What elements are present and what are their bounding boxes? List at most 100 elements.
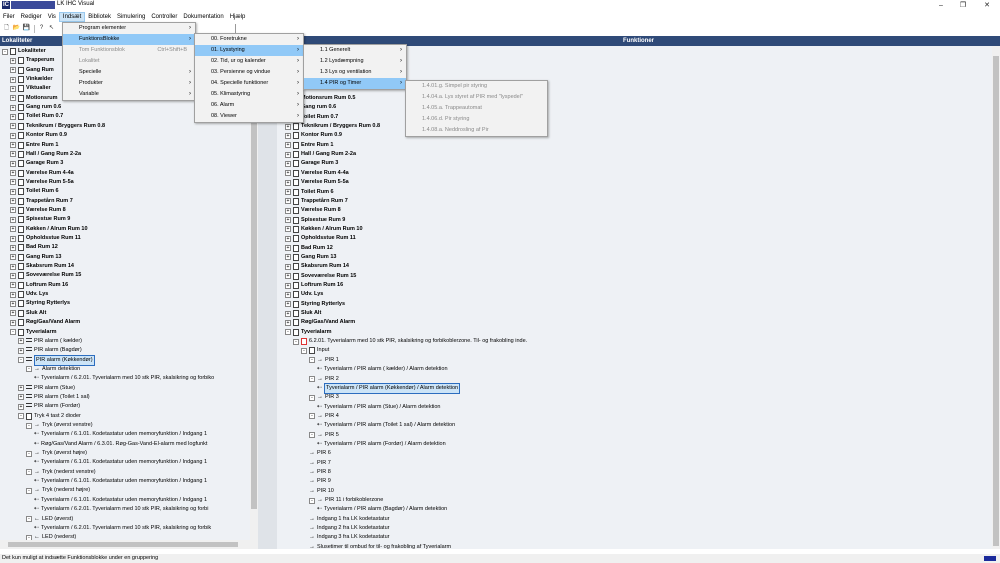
tree-node[interactable]: + Kontor Rum 0.9 (10, 131, 67, 140)
tree-node[interactable]: ⇠ Tyverialarm / PIR alarm ( kælder) / Ala… (317, 365, 448, 374)
collapse-icon[interactable]: - (10, 329, 16, 335)
tree-node[interactable]: ⇠ Tyverialarm / 6.2.01. Tyverialarm med 1… (34, 524, 211, 533)
menu-item[interactable]: Indsæt (58, 12, 86, 22)
tree-node[interactable]: - 6.2.01. Tyverialarm med 10 stk PIR, ska… (293, 337, 527, 346)
tree-node[interactable]: + Soveværelse Rum 15 (285, 272, 356, 281)
tree-node[interactable]: ⇠ Tyverialarm / PIR alarm (Toilet 1 sal) … (317, 421, 455, 430)
expand-icon[interactable]: + (285, 132, 291, 139)
tree-node[interactable]: + Toilet Rum 6 (285, 188, 334, 197)
tree-node[interactable]: ⇠ Tyverialarm / 6.1.01. Kodetastatur uden… (34, 496, 207, 505)
tree-node[interactable]: + PIR alarm (Fordør) (18, 402, 80, 411)
tree-node[interactable]: - Lokaliteter (2, 47, 46, 56)
expand-icon[interactable]: + (18, 347, 24, 354)
tree-node[interactable]: + Garage Rum 3 (10, 159, 63, 168)
collapse-icon[interactable]: - (301, 347, 307, 354)
tree-node[interactable]: + Gang Rum (10, 66, 54, 75)
expand-icon[interactable]: + (10, 254, 16, 261)
tree-node[interactable]: - → Alarm detektion (26, 365, 80, 374)
menu-item[interactable]: Dokumentation (180, 12, 226, 22)
tree-node[interactable]: + Styring Rytterlys (10, 299, 70, 308)
expand-icon[interactable]: + (285, 160, 291, 167)
collapse-icon[interactable]: - (26, 487, 32, 494)
menu-option[interactable]: 08. Viewer › (195, 111, 303, 122)
left-hscroll-thumb[interactable] (8, 542, 238, 547)
expand-icon[interactable]: + (10, 123, 16, 130)
collapse-icon[interactable]: - (285, 329, 291, 336)
menu-item[interactable]: Bibliotek (85, 12, 114, 22)
expand-icon[interactable]: + (10, 300, 16, 307)
expand-icon[interactable]: + (285, 123, 291, 130)
expand-icon[interactable]: + (285, 301, 291, 308)
tree-node[interactable]: + Teknikrum / Bryggers Rum 0.8 (285, 122, 380, 131)
expand-icon[interactable]: + (10, 95, 16, 102)
expand-icon[interactable]: + (10, 198, 16, 205)
tree-node[interactable]: + Trappetårn Rum 7 (10, 197, 73, 206)
tree-node[interactable]: + Spisestue Rum 9 (10, 215, 70, 224)
expand-icon[interactable]: + (10, 272, 16, 279)
tree-node[interactable]: - → Tryk (øverst højre) (26, 449, 87, 458)
collapse-icon[interactable]: - (309, 432, 315, 439)
collapse-icon[interactable]: - (309, 497, 315, 504)
expand-icon[interactable]: + (285, 235, 291, 242)
menu-option[interactable]: 00. Foretrukne › (195, 34, 303, 45)
expand-icon[interactable]: + (285, 282, 291, 289)
collapse-icon[interactable]: - (309, 376, 315, 382)
tree-node[interactable]: - → Tryk (nederst venstre) (26, 468, 96, 477)
tree-node[interactable]: → Indgang 2 fra LK kodetastatur (309, 524, 389, 533)
menu-option[interactable]: 03. Persienne og vindue › (195, 67, 303, 78)
expand-icon[interactable]: + (10, 188, 16, 195)
tree-node[interactable]: - → Tryk (nederst højre) (26, 486, 90, 495)
tree-node[interactable]: ⇠ Tyverialarm / 6.2.01. Tyverialarm med 1… (34, 505, 208, 514)
expand-icon[interactable]: + (10, 291, 16, 298)
menu-option[interactable]: 1.3 Lys og ventilation › (304, 67, 406, 78)
menu-option[interactable]: Specielle › (63, 67, 195, 78)
tree-node[interactable]: + Opholdsstue Rum 11 (10, 234, 81, 243)
menu-option[interactable]: FunktionsBlokke › (63, 34, 195, 45)
new-icon[interactable]: 🗋 (2, 24, 11, 33)
collapse-icon[interactable]: - (26, 422, 32, 429)
expand-icon[interactable]: + (285, 263, 291, 270)
expand-icon[interactable]: + (285, 179, 291, 186)
funktioner-tree[interactable]: + Motionsrum Rum 0.5 + Gang rum 0.6 + Toilet … (277, 46, 997, 549)
tree-node[interactable]: + Værelse Rum 8 (285, 206, 341, 215)
expand-icon[interactable]: + (285, 198, 291, 205)
tree-node[interactable]: + Toilet Rum 0.7 (10, 112, 63, 121)
expand-icon[interactable]: + (10, 244, 16, 251)
expand-icon[interactable]: + (10, 207, 16, 214)
expand-icon[interactable]: + (10, 67, 16, 74)
expand-icon[interactable]: + (10, 104, 16, 111)
expand-icon[interactable]: + (10, 160, 16, 167)
expand-icon[interactable]: + (285, 254, 291, 261)
tree-node[interactable]: → PIR 6 (309, 449, 331, 458)
menu-option[interactable]: 1.1 Generelt › (304, 45, 406, 56)
tree-node[interactable]: + Gang Rum 13 (285, 253, 336, 262)
tree-node[interactable]: → PIR 7 (309, 459, 331, 468)
menu-option[interactable]: Program elementer › (63, 23, 195, 34)
expand-icon[interactable]: + (10, 113, 16, 120)
tree-node[interactable]: + Værelse Rum 5-5a (10, 178, 74, 187)
tree-node[interactable]: + Gang rum 0.6 (10, 103, 61, 112)
tree-node[interactable]: - Tryk 4 tast 2 dioder (18, 412, 81, 421)
tree-node[interactable]: - Tyverialarm (10, 328, 56, 337)
pointer-icon[interactable]: ↖ (47, 24, 56, 33)
expand-icon[interactable]: + (10, 142, 16, 148)
tree-node[interactable]: + Røg/Gas/Vand Alarm (10, 318, 80, 327)
expand-icon[interactable]: + (285, 273, 291, 280)
expand-icon[interactable]: + (285, 207, 291, 214)
maximize-button[interactable]: ❐ (952, 0, 974, 11)
collapse-icon[interactable]: - (18, 413, 24, 420)
tree-node[interactable]: + Værelse Rum 8 (10, 206, 66, 215)
expand-icon[interactable]: + (285, 142, 291, 149)
tree-node[interactable]: → Indgang 1 fra LK kodetastatur (309, 515, 389, 524)
tree-node[interactable]: - → PIR 3 (309, 393, 339, 402)
expand-icon[interactable]: + (10, 85, 16, 92)
tree-node[interactable]: + Garage Rum 3 (285, 159, 338, 168)
tree-node[interactable]: → PIR 8 (309, 468, 331, 477)
tree-node[interactable]: + Sluk Alt (285, 309, 321, 318)
tree-node[interactable]: ⇠ Tyverialarm / 6.2.01. Tyverialarm med 1… (34, 374, 214, 383)
tree-node[interactable]: - Tyverialarm (285, 328, 331, 337)
expand-icon[interactable]: + (285, 217, 291, 224)
tree-node[interactable]: + Værelse Rum 5-5a (285, 178, 349, 187)
expand-icon[interactable]: + (18, 338, 24, 345)
menu-item[interactable]: Controller (148, 12, 180, 22)
